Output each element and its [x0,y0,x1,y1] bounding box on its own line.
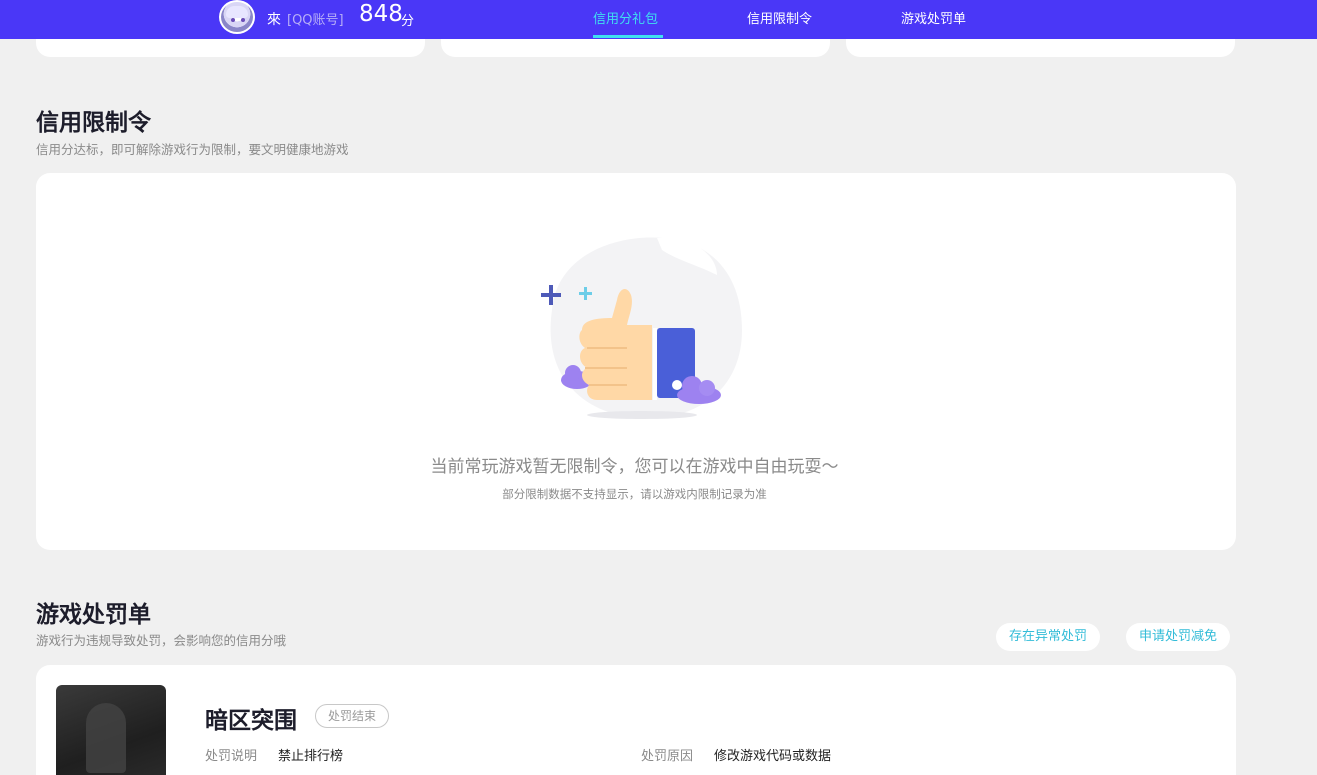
avatar-eye-right [241,18,245,22]
avatar-eye-left [231,18,235,22]
appeal-penalty-button[interactable]: 申请处罚减免 [1126,623,1231,651]
tab-credit-restriction[interactable]: 信用限制令 [747,8,812,27]
abnormal-penalty-button[interactable]: 存在异常处罚 [996,623,1101,651]
empty-state-note: 部分限制数据不支持显示，请以游戏内限制记录为准 [502,487,767,501]
avatar[interactable] [219,0,255,34]
restriction-section-subtitle: 信用分达标，即可解除游戏行为限制，要文明健康地游戏 [36,142,349,157]
penalty-desc-value: 禁止排行榜 [278,749,344,764]
account-type: [QQ账号] [287,13,344,28]
active-tab-underline [593,35,663,38]
top-nav-bar: 來 [QQ账号] 848 分 信用分礼包 信用限制令 游戏处罚单 [0,0,1317,39]
penalty-status-badge: 处罚结束 [315,704,390,728]
username: 來 [267,12,281,28]
empty-state-message: 当前常玩游戏暂无限制令，您可以在游戏中自由玩耍～ [430,457,839,477]
avatar-hair [226,6,248,18]
game-thumbnail-figure [86,703,126,773]
penalty-section-subtitle: 游戏行为违规导致处罚，会影响您的信用分哦 [36,633,287,648]
tab-game-penalty[interactable]: 游戏处罚单 [901,8,966,27]
penalty-desc-label: 处罚说明 [205,749,258,764]
penalty-reason-value: 修改游戏代码或数据 [714,749,832,764]
game-name: 暗区突围 [205,708,297,734]
penalty-reason-label: 处罚原因 [641,749,694,764]
credit-score-unit: 分 [401,14,415,29]
penalty-section-title: 游戏处罚单 [36,602,151,628]
credit-score: 848 [359,1,403,27]
thumbs-up-illustration-icon [541,237,742,419]
game-thumbnail [56,685,166,775]
restriction-section-title: 信用限制令 [36,110,151,136]
tab-credit-gift[interactable]: 信用分礼包 [593,8,658,27]
